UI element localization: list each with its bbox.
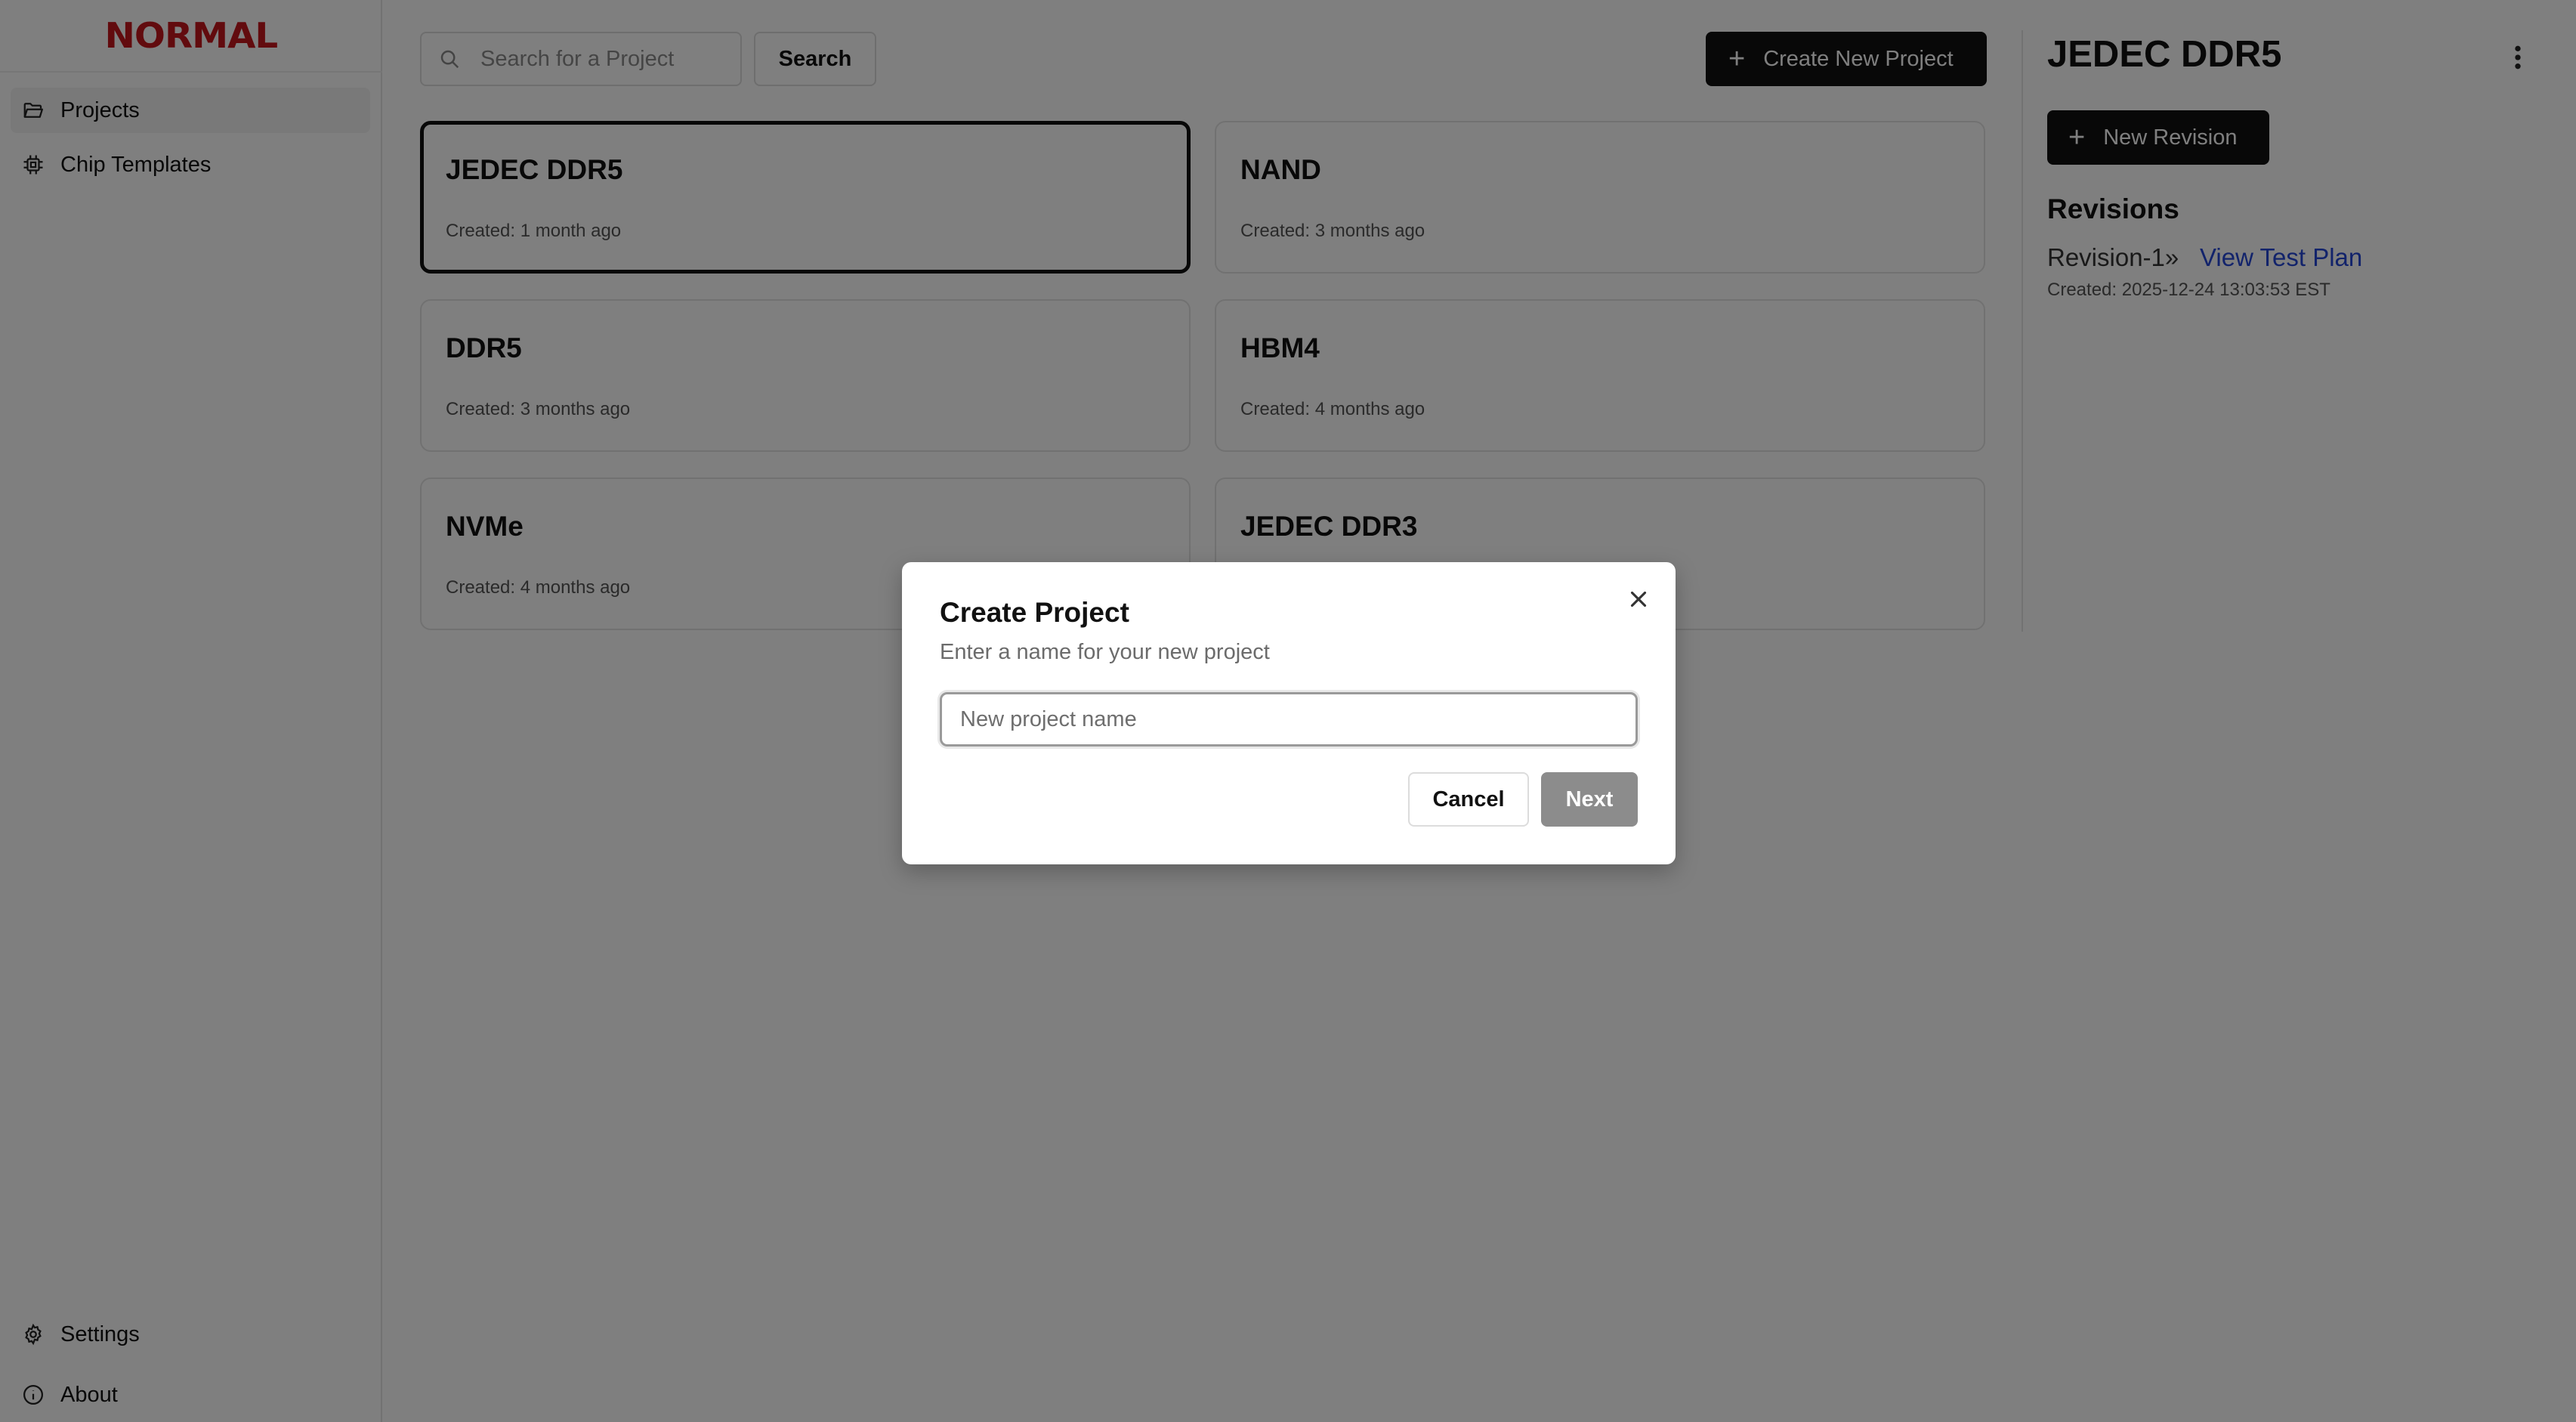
dialog-title: Create Project <box>940 597 1129 628</box>
close-icon[interactable] <box>1626 586 1651 612</box>
cancel-button-label: Cancel <box>1432 787 1505 811</box>
create-project-dialog: Create Project Enter a name for your new… <box>902 562 1676 864</box>
dialog-subtitle: Enter a name for your new project <box>940 640 1270 664</box>
next-button-label: Next <box>1565 787 1614 811</box>
project-name-input[interactable] <box>940 692 1638 747</box>
cancel-button[interactable]: Cancel <box>1408 772 1529 827</box>
app-root: NORMAL Projects Chip Templates <box>0 0 2576 1422</box>
next-button[interactable]: Next <box>1541 772 1638 827</box>
